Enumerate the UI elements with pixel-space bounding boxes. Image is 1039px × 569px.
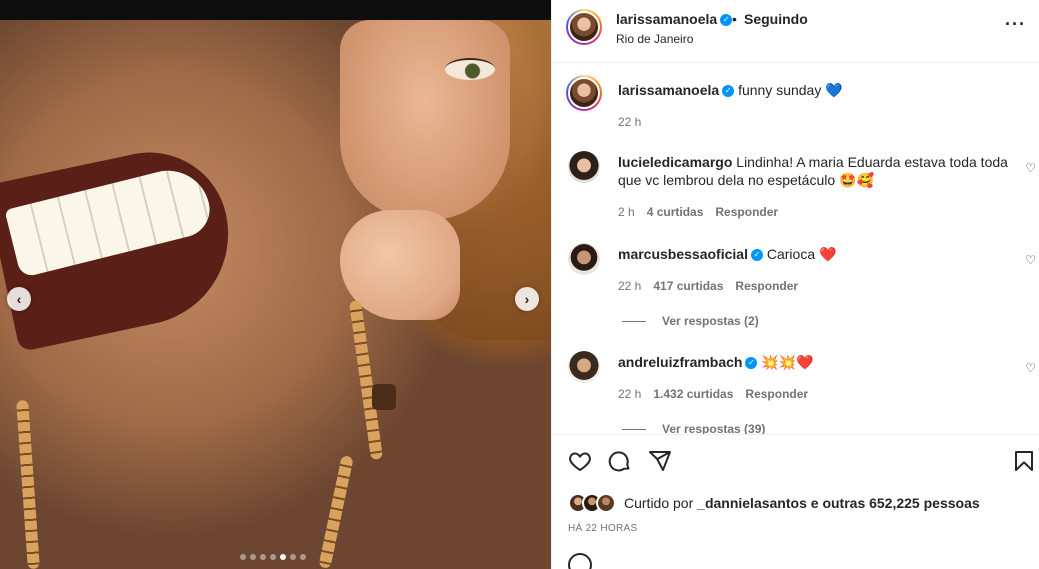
heart-icon[interactable]	[568, 449, 592, 480]
comment-text: Carioca ❤️	[766, 246, 837, 262]
comment-meta: 22 h 1.432 curtidas Responder	[618, 387, 808, 401]
comment-text: 💥💥❤️	[761, 354, 814, 370]
reply-button[interactable]: Responder	[715, 205, 778, 219]
carousel-prev-button[interactable]: ‹	[7, 287, 31, 311]
liker-username[interactable]: _dannielasantos	[697, 495, 807, 511]
comment-time[interactable]: 22 h	[618, 279, 641, 293]
photo-pendant	[372, 384, 396, 410]
verified-badge-icon: ✓	[745, 357, 758, 370]
carousel-dot	[250, 554, 256, 560]
carousel-dot	[260, 554, 266, 560]
share-icon[interactable]	[648, 449, 672, 480]
emoji-icon[interactable]	[568, 553, 592, 569]
photo-top-band	[0, 0, 551, 20]
commenter-avatar[interactable]	[568, 243, 600, 275]
caption-meta: 22 h	[618, 115, 641, 129]
comment-likes[interactable]: 1.432 curtidas	[653, 387, 733, 401]
post-header: larissamanoela ✓ • Seguindo Rio de Janeir…	[552, 0, 1039, 63]
comment-likes[interactable]: 4 curtidas	[647, 205, 704, 219]
photo-necklace-lower	[318, 454, 354, 569]
carousel-dots	[240, 554, 306, 560]
photo-eye	[445, 58, 495, 80]
comment-time[interactable]: 2 h	[618, 205, 635, 219]
likes-others-link[interactable]: outras 652,225 pessoas	[822, 495, 979, 511]
carousel-dot	[240, 554, 246, 560]
photo-face-woman	[340, 20, 510, 220]
caption-text: funny sunday	[738, 82, 822, 98]
bookmark-icon[interactable]	[1012, 449, 1036, 480]
reply-button[interactable]: Responder	[745, 387, 808, 401]
heart-icon[interactable]: ♡	[1025, 161, 1036, 175]
comment-meta: 22 h 417 curtidas Responder	[618, 279, 798, 293]
reply-button[interactable]: Responder	[735, 279, 798, 293]
location-link[interactable]: Rio de Janeiro	[616, 32, 693, 46]
comment-icon[interactable]	[608, 449, 632, 480]
post-timestamp[interactable]: HÁ 22 HORAS	[568, 523, 637, 534]
heart-icon[interactable]: ♡	[1025, 361, 1036, 375]
comments-list: larissamanoela ✓ funny sunday 💙 22 h luci…	[552, 63, 1039, 434]
separator-dot: •	[732, 11, 737, 27]
caption-avatar[interactable]	[566, 75, 602, 111]
author-avatar[interactable]	[566, 9, 602, 45]
carousel-dot	[300, 554, 306, 560]
comment-meta: 2 h 4 curtidas Responder	[618, 205, 778, 219]
verified-badge-icon: ✓	[722, 85, 735, 98]
blue-heart-icon: 💙	[825, 82, 843, 98]
view-replies-button[interactable]: Ver respostas (39)	[622, 422, 765, 434]
comment-username[interactable]: andreluizframbach	[618, 354, 742, 370]
likes-summary: Curtido por _dannielasantos e outras 652…	[568, 493, 980, 513]
commenter-avatar[interactable]	[568, 351, 600, 383]
caption-username[interactable]: larissamanoela	[618, 82, 719, 98]
view-replies-button[interactable]: Ver respostas (2)	[622, 314, 759, 328]
verified-badge-icon: ✓	[720, 14, 733, 27]
carousel-dot	[280, 554, 286, 560]
comment-time[interactable]: 22 h	[618, 387, 641, 401]
more-icon[interactable]: ···	[1005, 14, 1026, 35]
heart-icon[interactable]: ♡	[1025, 253, 1036, 267]
comment-likes[interactable]: 417 curtidas	[653, 279, 723, 293]
liker-avatar	[596, 493, 616, 513]
post-side-panel: larissamanoela ✓ • Seguindo Rio de Janeir…	[551, 0, 1039, 569]
photo-necklace-right	[348, 299, 384, 461]
author-username[interactable]: larissamanoela ✓	[616, 11, 733, 27]
photo-necklace-left	[16, 399, 40, 569]
carousel-next-button[interactable]: ›	[515, 287, 539, 311]
comment-username[interactable]: lucieledicamargo	[618, 154, 732, 170]
comment-username[interactable]: marcusbessaoficial	[618, 246, 748, 262]
following-button[interactable]: Seguindo	[744, 11, 808, 27]
commenter-avatar[interactable]	[568, 151, 600, 183]
post-photo: ‹ ›	[0, 0, 551, 569]
verified-badge-icon: ✓	[750, 249, 763, 262]
carousel-dot	[290, 554, 296, 560]
post-actions: Curtido por _dannielasantos e outras 652…	[552, 434, 1039, 569]
carousel-dot	[270, 554, 276, 560]
caption-time[interactable]: 22 h	[618, 115, 641, 129]
likes-text: Curtido por _dannielasantos e outras 652…	[624, 495, 980, 511]
